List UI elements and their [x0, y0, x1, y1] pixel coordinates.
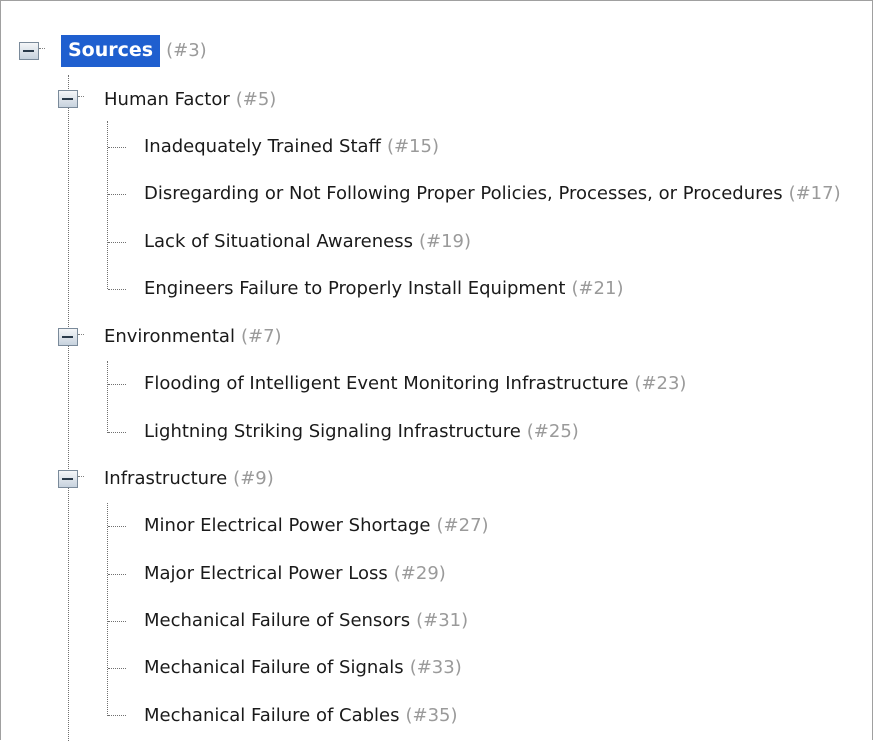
tree-node-leaf[interactable]: Flooding of Intelligent Event Monitoring… — [144, 372, 686, 396]
tree-view: Sources (#3) Human Factor (#5) Inadequatel… — [0, 0, 873, 741]
tree-node-leaf[interactable]: Lightning Striking Signaling Infrastruct… — [144, 420, 579, 444]
tree-connector — [108, 668, 126, 669]
collapse-human-factor-toggle[interactable] — [58, 90, 84, 108]
tree-connector — [108, 194, 126, 195]
tree-node-count: (#3) — [166, 40, 207, 61]
tree-connector — [108, 289, 126, 290]
collapse-sources-toggle[interactable] — [19, 42, 45, 60]
tree-node-leaf[interactable]: Lack of Situational Awareness (#19) — [144, 230, 471, 254]
tree-node-leaf[interactable]: Minor Electrical Power Shortage (#27) — [144, 514, 489, 538]
tree-connector-environmental — [107, 361, 108, 433]
tree-node-leaf[interactable]: Engineers Failure to Properly Install Eq… — [144, 277, 623, 301]
tree-connector — [108, 715, 126, 716]
collapse-environmental-toggle[interactable] — [58, 328, 84, 346]
collapse-infrastructure-toggle[interactable] — [58, 470, 84, 488]
tree-connector — [108, 574, 126, 575]
tree-connector — [108, 621, 126, 622]
tree-node-sources[interactable]: Sources (#3) — [61, 35, 207, 67]
tree-connector-infrastructure — [107, 503, 108, 716]
tree-node-environmental[interactable]: Environmental (#7) — [104, 325, 282, 349]
tree-node-leaf[interactable]: Mechanical Failure of Sensors (#31) — [144, 609, 468, 633]
tree-node-leaf[interactable]: Mechanical Failure of Signals (#33) — [144, 656, 462, 680]
tree-node-leaf[interactable]: Disregarding or Not Following Proper Pol… — [144, 182, 841, 206]
tree-node-leaf[interactable]: Mechanical Failure of Cables (#35) — [144, 704, 458, 728]
tree-node-infrastructure[interactable]: Infrastructure (#9) — [104, 467, 274, 491]
tree-node-leaf[interactable]: Inadequately Trained Staff (#15) — [144, 135, 439, 159]
tree-connector — [108, 526, 126, 527]
tree-connector — [108, 384, 126, 385]
tree-connector — [108, 147, 126, 148]
tree-node-label: Sources — [61, 35, 161, 67]
tree-connector — [108, 242, 126, 243]
tree-connector-root — [68, 75, 69, 741]
tree-connector — [108, 432, 126, 433]
tree-node-human-factor[interactable]: Human Factor (#5) — [104, 88, 276, 112]
tree-node-leaf[interactable]: Major Electrical Power Loss (#29) — [144, 562, 446, 586]
